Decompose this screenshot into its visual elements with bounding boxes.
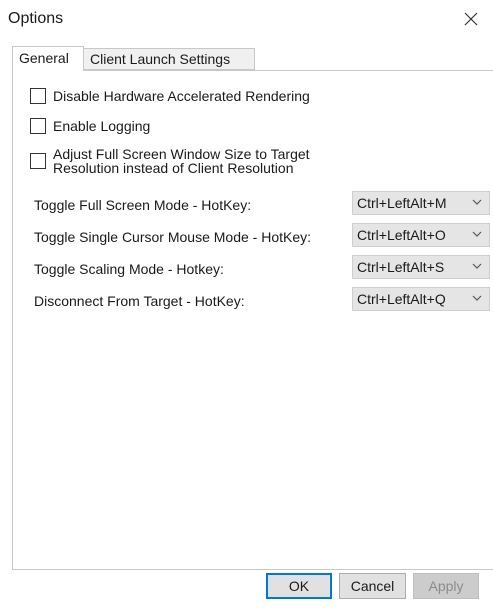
hotkey-select-fullscreen[interactable]: Ctrl+LeftAlt+M — [352, 191, 490, 215]
hotkey-select-disconnect[interactable]: Ctrl+LeftAlt+Q — [352, 287, 490, 311]
close-button[interactable] — [449, 0, 493, 38]
title-bar: Options — [0, 0, 493, 38]
hotkey-label-scaling: Toggle Scaling Mode - Hotkey: — [34, 261, 224, 277]
adjust-fullscreen-label: Adjust Full Screen Window Size to Target… — [53, 147, 310, 175]
hotkey-value-fullscreen: Ctrl+LeftAlt+M — [357, 195, 447, 211]
hotkey-label-disconnect: Disconnect From Target - HotKey: — [34, 293, 245, 309]
tab-client-launch-settings[interactable]: Client Launch Settings — [84, 48, 255, 70]
hotkey-value-scaling: Ctrl+LeftAlt+S — [357, 259, 445, 275]
close-icon — [464, 12, 478, 26]
adjust-fullscreen-checkbox[interactable] — [30, 153, 46, 169]
enable-logging-label: Enable Logging — [53, 118, 151, 134]
hotkey-label-fullscreen: Toggle Full Screen Mode - HotKey: — [34, 197, 252, 213]
disable-hw-rendering-label: Disable Hardware Accelerated Rendering — [53, 88, 310, 104]
chevron-down-icon — [472, 231, 482, 237]
general-tab-panel: Disable Hardware Accelerated Rendering E… — [12, 70, 493, 570]
chevron-down-icon — [472, 295, 482, 301]
options-dialog: Options General Client Launch Settings D… — [0, 0, 493, 608]
disable-hw-rendering-checkbox[interactable] — [30, 88, 46, 104]
tab-general[interactable]: General — [12, 46, 84, 71]
window-title: Options — [8, 10, 64, 27]
adjust-fullscreen-option[interactable]: Adjust Full Screen Window Size to Target… — [30, 147, 310, 175]
adjust-fullscreen-label-line2: Resolution instead of Client Resolution — [53, 160, 294, 176]
enable-logging-checkbox[interactable] — [30, 118, 46, 134]
hotkey-label-single-cursor: Toggle Single Cursor Mouse Mode - HotKey… — [34, 229, 312, 245]
hotkey-select-scaling[interactable]: Ctrl+LeftAlt+S — [352, 255, 490, 279]
enable-logging-option[interactable]: Enable Logging — [30, 118, 150, 134]
cancel-button[interactable]: Cancel — [339, 573, 406, 599]
hotkey-value-single-cursor: Ctrl+LeftAlt+O — [357, 227, 446, 243]
hotkey-value-disconnect: Ctrl+LeftAlt+Q — [357, 291, 446, 307]
ok-button[interactable]: OK — [266, 573, 332, 599]
apply-button[interactable]: Apply — [413, 573, 479, 599]
disable-hw-rendering-option[interactable]: Disable Hardware Accelerated Rendering — [30, 88, 310, 104]
hotkey-select-single-cursor[interactable]: Ctrl+LeftAlt+O — [352, 223, 490, 247]
chevron-down-icon — [472, 199, 482, 205]
chevron-down-icon — [472, 263, 482, 269]
